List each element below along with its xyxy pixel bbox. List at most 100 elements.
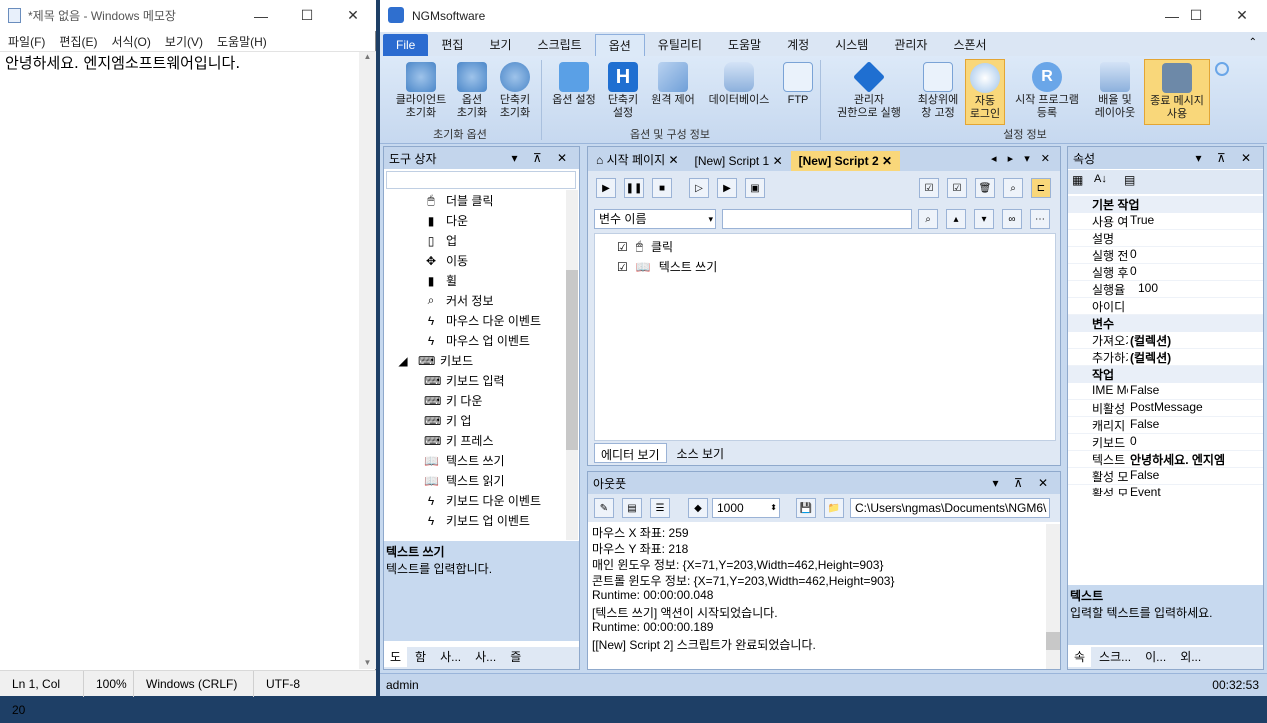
reset-shortcut-button[interactable]: 단축키 초기화 [493,62,537,120]
sort-az-icon[interactable]: A↓ [1094,173,1107,185]
settings-gear-icon[interactable] [1215,62,1229,76]
remote-control-button[interactable]: 원격 제어 [646,62,700,107]
tab-user2[interactable]: 사... [469,647,502,667]
line-count-stepper[interactable]: 1000 ⬍ [712,498,780,518]
collapse-ribbon-icon[interactable]: ⌃ [1249,37,1257,48]
action-item[interactable]: ☑ 📖 텍스트 쓰기 [617,258,717,275]
document-icon[interactable]: ▤ [622,498,642,518]
category-variables[interactable]: 변수 [1068,315,1263,332]
tab-image[interactable]: 이... [1139,647,1172,667]
variable-select[interactable]: 변수 이름 ▾ [594,209,716,229]
property-row[interactable]: 추가하기(컬렉션) [1068,349,1263,366]
property-row[interactable]: 활성 모드False [1068,468,1263,485]
menu-file[interactable]: 파일(F) [8,33,45,50]
vertical-scrollbar[interactable]: ▲ ▼ [359,52,376,669]
move-down-icon[interactable]: ▾ [974,209,994,229]
list-item[interactable]: ϟ 키보드 다운 이벤트 [424,492,541,509]
tab-functions[interactable]: 함 [409,647,432,667]
menu-view[interactable]: 보기(V) [165,33,203,50]
list-item[interactable]: ⌨ 키보드 입력 [424,372,505,389]
toolbox-scrollbar[interactable] [566,190,578,540]
tab-options[interactable]: 옵션 [594,34,645,56]
categorized-icon[interactable]: ▦ [1072,173,1083,187]
tab-utility[interactable]: 유틸리티 [645,34,715,56]
search-icon[interactable]: ⌕ [1003,178,1023,198]
tree-view-icon[interactable]: ⊏ [1031,178,1051,198]
menu-format[interactable]: 서식(O) [111,33,150,50]
record-play-icon[interactable]: ▶ [717,178,737,198]
more-icon[interactable]: ⋯ [1030,209,1050,229]
log-path-input[interactable]: C:\Users\ngmas\Documents\NGM6\ [850,498,1050,518]
shortcut-settings-button[interactable]: H 단축키 설정 [602,62,644,120]
property-row[interactable]: IME ModeFalse [1068,383,1263,400]
list-item[interactable]: 🖱 더블 클릭 [424,192,493,209]
tab-properties[interactable]: 속 [1068,647,1092,667]
eraser-icon[interactable]: ◆ [688,498,708,518]
property-row[interactable]: 설명 [1068,230,1263,247]
tab-source-view[interactable]: 소스 보기 [671,443,731,463]
close-button[interactable]: ✕ [330,0,376,31]
tab-external[interactable]: 외... [1174,647,1207,667]
auto-login-button[interactable]: 자동 로그인 [965,59,1005,125]
panel-controls-icon[interactable]: ▾ ⊼ ✕ [511,151,573,165]
option-settings-button[interactable]: 옵션 설정 [546,62,602,107]
reset-client-button[interactable]: 클라이언트 초기화 [388,62,454,120]
scale-layout-button[interactable]: 배율 및 레이아웃 [1088,62,1142,120]
loop-icon[interactable]: ∞ [1002,209,1022,229]
tab-admin[interactable]: 관리자 [881,34,940,56]
category-basic[interactable]: 기본 작업 [1068,196,1263,213]
list-item[interactable]: ▮ 다운 [424,212,468,229]
property-row[interactable]: 가져오기(컬렉션) [1068,332,1263,349]
tab-favorites[interactable]: 즐 [504,647,527,667]
checkbox-checked-icon[interactable]: ☑ [617,240,628,254]
step-play-icon[interactable]: ▷ [689,178,709,198]
menu-help[interactable]: 도움말(H) [217,33,267,50]
always-on-top-button[interactable]: 최상위에 창 고정 [911,62,965,120]
scroll-down-icon[interactable]: ▼ [359,658,376,667]
property-row[interactable]: 캐리지 리!False [1068,417,1263,434]
property-row[interactable]: 키보드 입!0 [1068,434,1263,451]
tab-help[interactable]: 도움말 [715,34,774,56]
list-icon[interactable]: ☰ [650,498,670,518]
checkbox-checked-icon[interactable]: ☑ [617,260,628,274]
tab-account[interactable]: 계정 [774,34,822,56]
list-item[interactable]: ✥ 이동 [424,252,468,269]
notepad-text-area[interactable]: 안녕하세요. 엔지엠소프트웨어입니다. [5,52,240,73]
folder-icon[interactable]: 📁 [824,498,844,518]
list-item[interactable]: ϟ 마우스 다운 이벤트 [424,312,541,329]
list-item[interactable]: ⌨ 키 프레스 [424,432,494,449]
check-icon[interactable]: ☑ [947,178,967,198]
property-row[interactable]: 활성 모드Event [1068,485,1263,496]
tab-view[interactable]: 보기 [476,34,524,56]
output-scrollbar[interactable] [1046,524,1060,669]
close-button[interactable]: ✕ [1219,0,1265,31]
tab-user1[interactable]: 사... [434,647,467,667]
list-item[interactable]: ϟ 마우스 업 이벤트 [424,332,530,349]
panel-controls-icon[interactable]: ▾ ⊼ ✕ [992,476,1054,490]
category-work[interactable]: 작업 [1068,366,1263,383]
list-item[interactable]: ▮ 휠 [424,272,457,289]
maximize-button[interactable]: ☐ [284,0,330,31]
tab-file[interactable]: File [383,34,429,56]
list-item[interactable]: 📖 텍스트 읽기 [424,472,505,489]
panel-controls-icon[interactable]: ▾ ⊼ ✕ [1195,151,1257,165]
spin-icon[interactable]: ⬍ [770,499,777,517]
stop-icon[interactable]: ■ [652,178,672,198]
scroll-thumb[interactable] [1046,632,1060,650]
list-item[interactable]: 📖 텍스트 쓰기 [424,452,505,469]
reset-options-button[interactable]: 옵션 초기화 [452,62,492,120]
property-row[interactable]: 텍스트 안녕하세요. 엔지엠 [1068,451,1263,468]
property-row[interactable]: 실행 전 지0 [1068,247,1263,264]
property-row[interactable]: 비활성 모!PostMessage [1068,400,1263,417]
menu-edit[interactable]: 편집(E) [59,33,97,50]
toolbox-search-input[interactable] [386,171,576,189]
tree-group-keyboard[interactable]: ◢ ⌨ 키보드 [396,352,473,369]
tab-toolbox[interactable]: 도 [384,647,408,667]
property-row[interactable]: 아이디 [1068,298,1263,315]
property-row[interactable]: 실행율 100 [1068,281,1263,298]
save-icon[interactable]: 💾 [796,498,816,518]
collapse-arrow-icon[interactable]: ◢ [396,354,410,368]
clear-icon[interactable]: ✎ [594,498,614,518]
frame-play-icon[interactable]: ▣ [745,178,765,198]
run-as-admin-button[interactable]: 관리자 권한으로 실행 [829,61,909,120]
